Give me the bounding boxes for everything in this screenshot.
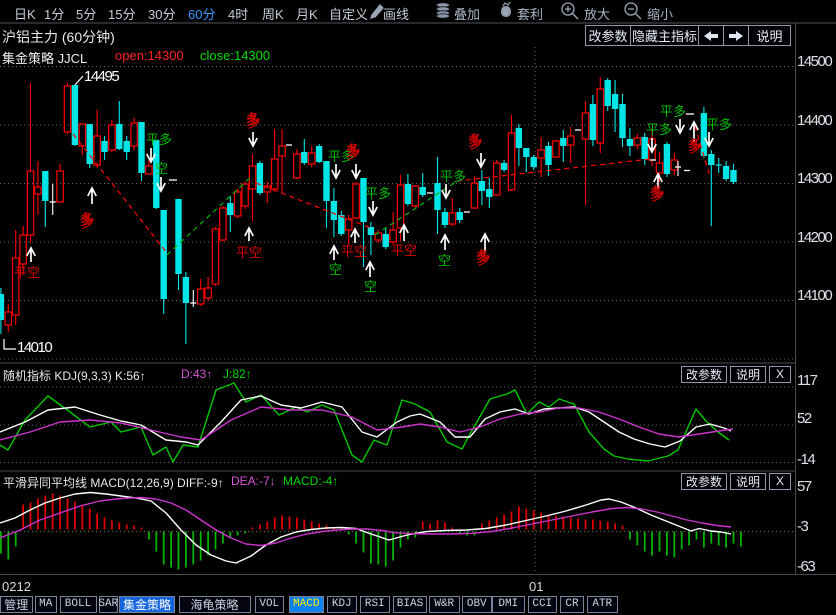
- svg-text:平多: 平多: [365, 186, 391, 201]
- svg-text:平多: 平多: [146, 132, 172, 147]
- svg-text:多: 多: [649, 184, 665, 202]
- svg-text:多: 多: [345, 142, 361, 160]
- svg-text:空: 空: [438, 253, 451, 268]
- svg-text:平空: 平空: [341, 244, 367, 259]
- svg-text:平多: 平多: [706, 117, 732, 132]
- svg-text:空: 空: [155, 161, 168, 176]
- svg-text:平空: 平空: [236, 245, 262, 260]
- svg-text:平空: 平空: [391, 243, 417, 258]
- svg-text:空: 空: [329, 262, 342, 277]
- svg-text:平多: 平多: [660, 104, 686, 119]
- svg-text:多: 多: [467, 132, 483, 150]
- svg-text:多: 多: [475, 248, 491, 266]
- svg-text:多: 多: [245, 111, 261, 129]
- svg-text:平空: 平空: [14, 265, 40, 280]
- svg-text:平多: 平多: [646, 122, 672, 137]
- svg-text:平多: 平多: [440, 169, 466, 184]
- svg-text:多: 多: [687, 136, 702, 153]
- svg-text:空: 空: [364, 279, 377, 294]
- svg-text:多: 多: [79, 211, 95, 229]
- svg-text:14010: 14010: [17, 339, 52, 356]
- svg-text:14495: 14495: [84, 68, 119, 85]
